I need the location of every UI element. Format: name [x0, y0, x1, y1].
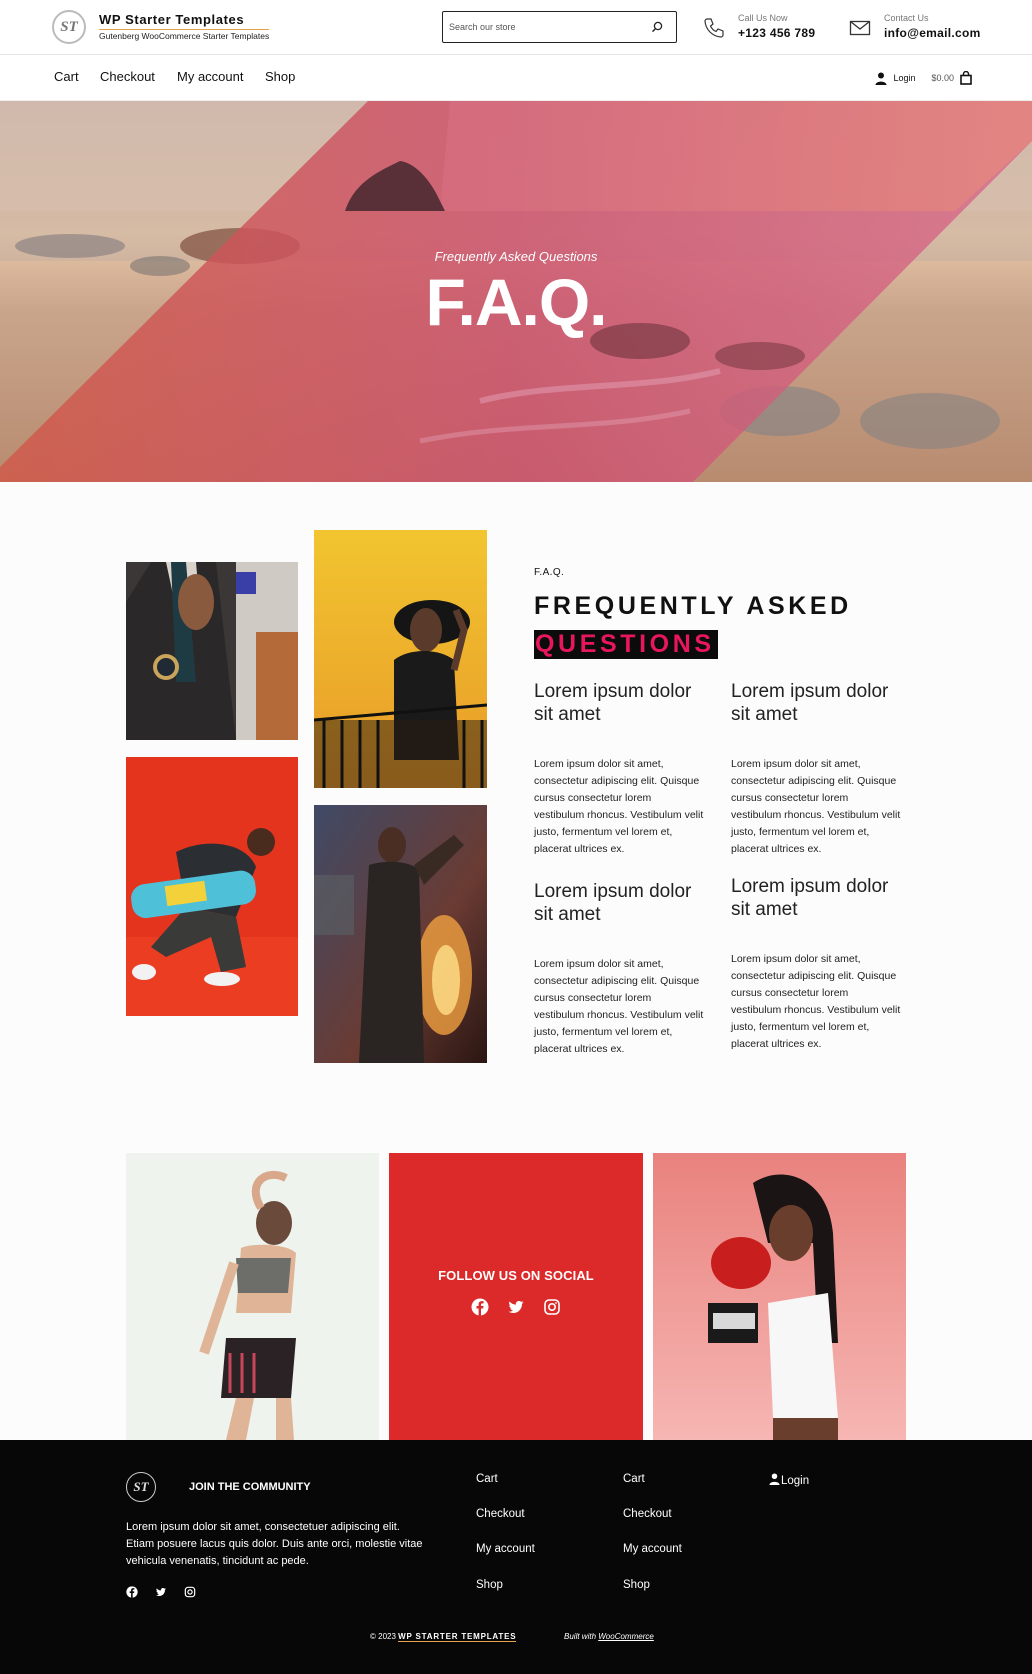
photo-woman-fitness [126, 1153, 379, 1440]
faq-answer: Lorem ipsum dolor sit amet, consectetur … [534, 958, 704, 1055]
faq-answer: Lorem ipsum dolor sit amet, consectetur … [731, 953, 901, 1050]
nav-item-shop[interactable]: Shop [265, 69, 295, 84]
site-logo[interactable]: ST [52, 10, 86, 44]
footer-link-cart[interactable]: Cart [476, 1473, 498, 1485]
faq-heading-highlight: QUESTIONS [534, 630, 718, 659]
twitter-icon[interactable] [507, 1298, 525, 1316]
woocommerce-link[interactable]: WooCommerce [598, 1632, 654, 1641]
cart-total[interactable]: $0.00 [931, 73, 954, 83]
copyright: © 2023 WP STARTER TEMPLATES [370, 1632, 517, 1642]
instagram-icon[interactable] [184, 1585, 196, 1598]
shopping-bag-icon[interactable] [960, 71, 972, 85]
hero-subtitle: Frequently Asked Questions [434, 249, 598, 264]
faq-question-title: Lorem ipsum dolor sit amet [731, 876, 889, 920]
follow-social-label: FOLLOW US ON SOCIAL [438, 1268, 594, 1283]
instagram-icon[interactable] [543, 1298, 561, 1316]
faq-kicker: F.A.Q. [534, 567, 565, 578]
footer-link-checkout[interactable]: Checkout [623, 1508, 672, 1520]
photo-woman-fire-dark [314, 805, 487, 1063]
photo-suit-watch [126, 562, 298, 740]
faq-question-title: Lorem ipsum dolor sit amet [534, 681, 692, 725]
site-title[interactable]: WP Starter Templates [99, 12, 244, 27]
faq-question-title: Lorem ipsum dolor sit amet [731, 681, 889, 725]
follow-social-panel: FOLLOW US ON SOCIAL [389, 1153, 643, 1440]
built-with: Built with WooCommerce [564, 1632, 654, 1641]
nav-item-my-account[interactable]: My account [177, 69, 243, 84]
photo-man-skateboard-red [126, 757, 298, 1016]
nav-item-cart[interactable]: Cart [54, 69, 79, 84]
footer-login-label[interactable]: Login [781, 1475, 809, 1487]
user-icon [769, 1473, 780, 1488]
twitter-icon[interactable] [155, 1585, 167, 1597]
email-label: Contact Us [884, 13, 929, 23]
footer-login[interactable]: Login [769, 1473, 809, 1488]
search-input[interactable] [449, 18, 639, 36]
footer-link-shop[interactable]: Shop [623, 1579, 650, 1591]
main-navigation: Cart Checkout My account Shop Login $0.0… [0, 55, 1032, 101]
copyright-brand-link[interactable]: WP STARTER TEMPLATES [398, 1632, 517, 1642]
copyright-year: © 2023 [370, 1632, 396, 1641]
search-box [442, 11, 677, 43]
footer-link-checkout[interactable]: Checkout [476, 1508, 525, 1520]
header-top: ST WP Starter Templates Gutenberg WooCom… [0, 0, 1032, 55]
site-tagline: Gutenberg WooCommerce Starter Templates [99, 29, 270, 41]
account-cart-area: Login $0.00 [875, 71, 972, 85]
phone-label: Call Us Now [738, 13, 788, 23]
faq-question-title: Lorem ipsum dolor sit amet [534, 881, 692, 925]
photo-woman-hat-yellow [314, 530, 487, 788]
phone-value[interactable]: +123 456 789 [738, 26, 815, 40]
faq-answer: Lorem ipsum dolor sit amet, consectetur … [534, 758, 704, 855]
hero-title: F.A.Q. [425, 265, 607, 339]
facebook-icon[interactable] [471, 1298, 489, 1316]
footer-link-shop[interactable]: Shop [476, 1579, 503, 1591]
faq-answer: Lorem ipsum dolor sit amet, consectetur … [731, 758, 901, 855]
facebook-icon[interactable] [126, 1585, 138, 1598]
nav-item-checkout[interactable]: Checkout [100, 69, 155, 84]
hero-banner: Frequently Asked Questions F.A.Q. [0, 101, 1032, 482]
footer-social-icons [126, 1585, 196, 1598]
faq-heading: FREQUENTLY ASKED [534, 592, 852, 620]
search-icon[interactable] [650, 20, 664, 34]
footer-description: Lorem ipsum dolor sit amet, consectetuer… [126, 1521, 423, 1567]
footer-join-heading: JOIN THE COMMUNITY [189, 1481, 311, 1493]
login-link[interactable]: Login [893, 73, 915, 83]
site-footer: ST JOIN THE COMMUNITY Lorem ipsum dolor … [0, 1440, 1032, 1674]
footer-link-cart[interactable]: Cart [623, 1473, 645, 1485]
footer-link-my-account[interactable]: My account [476, 1543, 535, 1555]
phone-icon [702, 16, 726, 40]
photo-woman-boxing [653, 1153, 906, 1440]
mail-icon [848, 16, 872, 40]
built-with-prefix: Built with [564, 1632, 597, 1641]
footer-link-my-account[interactable]: My account [623, 1543, 682, 1555]
footer-logo[interactable]: ST [126, 1472, 156, 1502]
user-icon[interactable] [875, 72, 887, 85]
email-value[interactable]: info@email.com [884, 26, 981, 40]
